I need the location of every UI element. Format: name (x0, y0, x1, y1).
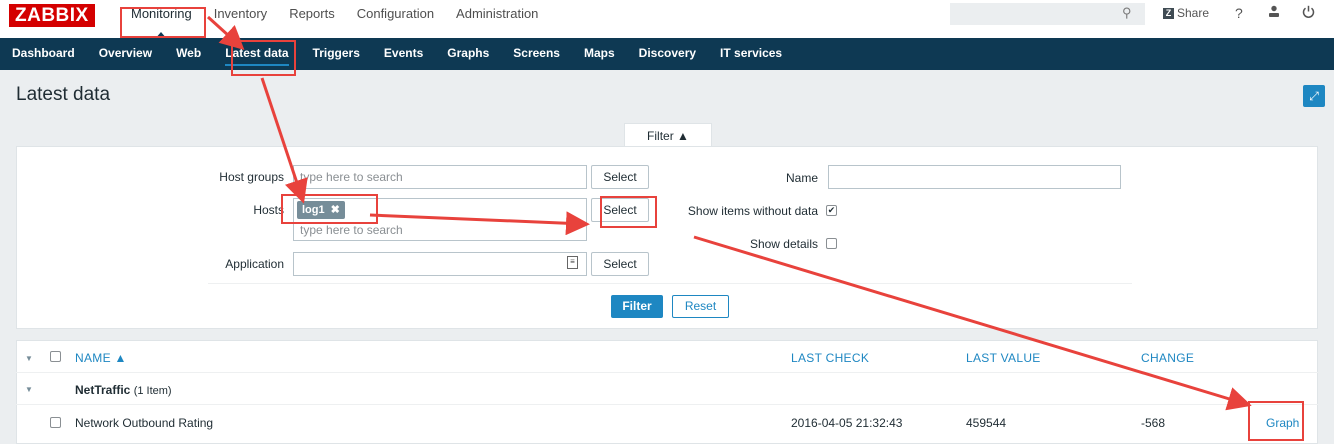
arrow-latest-to-hosts (260, 77, 308, 204)
arrow-monitoring-to-latest (206, 15, 245, 51)
arrow-select-to-graph (693, 235, 1252, 411)
arrow-hosts-to-select (369, 211, 590, 236)
annotation-arrows (206, 15, 1252, 411)
